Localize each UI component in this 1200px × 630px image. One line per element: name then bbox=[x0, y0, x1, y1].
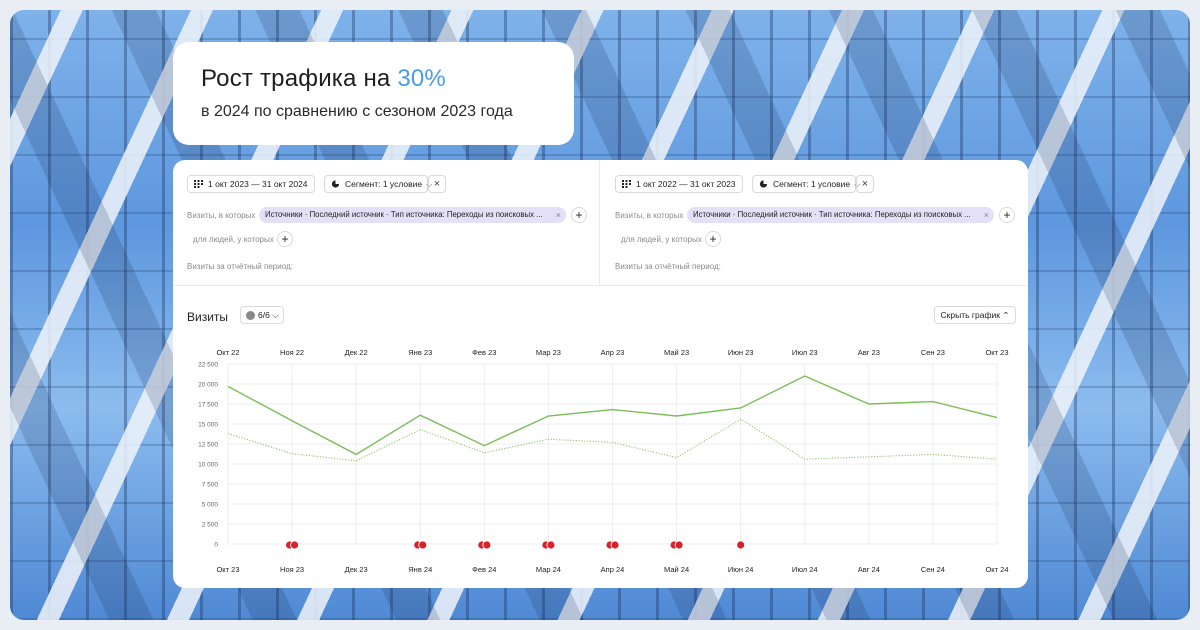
annotation-marker bbox=[290, 540, 299, 550]
people-condition-label: для людей, у которых bbox=[621, 235, 702, 244]
y-tick-label: 20 000 bbox=[198, 382, 218, 389]
y-tick-label: 5 000 bbox=[202, 502, 219, 509]
y-tick-label: 15 000 bbox=[198, 422, 218, 429]
add-people-condition-button[interactable]: + bbox=[705, 231, 721, 247]
annotation-marker bbox=[482, 540, 492, 550]
annotation-marker bbox=[546, 540, 556, 550]
series-count: 6/6 bbox=[258, 310, 270, 320]
x-tick-label-bottom: Июл 24 bbox=[792, 565, 818, 574]
x-tick-label-bottom: Июн 24 bbox=[728, 565, 754, 574]
pie-chart-icon bbox=[331, 180, 340, 188]
x-tick-label-top: Авг 23 bbox=[858, 348, 880, 357]
condition-tag-text: Источники · Последний источник · Тип ист… bbox=[693, 210, 971, 219]
x-tick-label-bottom: Дек 23 bbox=[345, 565, 368, 574]
visits-condition-label: Визиты, в которых bbox=[615, 211, 684, 220]
headline-title: Рост трафика на 30% bbox=[201, 65, 446, 92]
x-tick-label-top: Окт 23 bbox=[985, 348, 1008, 357]
x-tick-label-top: Июл 23 bbox=[792, 348, 818, 357]
visits-line-chart: 0 2 500 5 000 7 500 10 000 12 500 15 000 17 500… bbox=[198, 348, 1008, 574]
metrika-dashboard: 1 окт 2023 — 31 окт 2024 Сегмент: 1 усло… bbox=[173, 160, 1028, 588]
period-label: Визиты за отчётный период: bbox=[615, 262, 721, 271]
series-selector[interactable]: 6/6 ⌵ bbox=[240, 306, 284, 324]
plus-icon: + bbox=[1003, 208, 1011, 222]
calendar-icon bbox=[622, 180, 631, 188]
clear-segment-button[interactable]: × bbox=[856, 175, 874, 193]
people-condition-label: для людей, у которых bbox=[193, 235, 274, 244]
add-condition-button[interactable]: + bbox=[571, 207, 587, 223]
x-tick-label-top: Май 23 bbox=[664, 348, 689, 357]
x-tick-label-bottom: Янв 24 bbox=[408, 565, 432, 574]
add-people-condition-button[interactable]: + bbox=[277, 231, 293, 247]
x-tick-label-bottom: Фев 24 bbox=[472, 565, 496, 574]
x-tick-label-top: Фев 23 bbox=[472, 348, 496, 357]
stage: Рост трафика на 30% в 2024 по сравнению … bbox=[0, 0, 1200, 630]
hide-chart-label: Скрыть график bbox=[940, 310, 1000, 320]
x-tick-label-bottom: Авг 24 bbox=[858, 565, 880, 574]
x-tick-label-bottom: Мар 24 bbox=[536, 565, 561, 574]
segment-label: Сегмент: 1 условие bbox=[345, 179, 423, 189]
date-range-button[interactable]: 1 окт 2023 — 31 окт 2024 bbox=[187, 175, 315, 193]
y-tick-label: 17 500 bbox=[198, 402, 218, 409]
period-label: Визиты за отчётный период: bbox=[187, 262, 293, 271]
visits-condition-label: Визиты, в которых bbox=[187, 211, 256, 220]
condition-tag[interactable]: Источники · Последний источник · Тип ист… bbox=[687, 207, 994, 223]
comparison-panels: 1 окт 2023 — 31 окт 2024 Сегмент: 1 усло… bbox=[173, 160, 1028, 286]
x-tick-label-bottom: Ноя 23 bbox=[280, 565, 304, 574]
plus-icon: + bbox=[709, 232, 717, 246]
chart-title: Визиты bbox=[187, 310, 229, 324]
x-tick-label-top: Ноя 22 bbox=[280, 348, 304, 357]
y-tick-label: 10 000 bbox=[198, 462, 218, 469]
chevron-down-icon: ⌵ bbox=[272, 310, 279, 320]
segment-button[interactable]: Сегмент: 1 условие ⌵ bbox=[324, 175, 432, 193]
x-tick-label-bottom: Окт 23 bbox=[216, 565, 239, 574]
x-tick-label-bottom: Окт 24 bbox=[985, 565, 1008, 574]
x-tick-label-bottom: Сен 24 bbox=[921, 565, 945, 574]
annotation-marker bbox=[736, 540, 746, 550]
date-range-label: 1 окт 2022 — 31 окт 2023 bbox=[636, 179, 736, 189]
headline-subtitle: в 2024 по сравнению с сезоном 2023 года bbox=[201, 103, 513, 120]
panel-previous: 1 окт 2022 — 31 окт 2023 Сегмент: 1 усло… bbox=[601, 160, 1028, 286]
clear-segment-button[interactable]: × bbox=[428, 175, 446, 193]
chart-header: Визиты 6/6 ⌵ Скрыть график ⌃ bbox=[173, 286, 1028, 336]
chevron-up-icon: ⌃ bbox=[1002, 310, 1010, 320]
segment-label: Сегмент: 1 условие bbox=[773, 179, 851, 189]
x-tick-label-top: Сен 23 bbox=[921, 348, 945, 357]
y-tick-label: 22 500 bbox=[198, 362, 218, 369]
x-tick-label-top: Окт 22 bbox=[216, 348, 239, 357]
annotation-marker bbox=[610, 540, 620, 550]
remove-tag-icon[interactable]: × bbox=[984, 207, 989, 223]
headline-card: Рост трафика на 30% в 2024 по сравнению … bbox=[173, 42, 574, 145]
x-tick-label-bottom: Апр 24 bbox=[601, 565, 625, 574]
y-tick-label: 7 500 bbox=[202, 482, 219, 489]
annotation-marker bbox=[674, 540, 684, 550]
close-icon: × bbox=[861, 178, 869, 190]
condition-tag-text: Источники · Последний источник · Тип ист… bbox=[265, 210, 543, 219]
plus-icon: + bbox=[575, 208, 583, 222]
panel-current: 1 окт 2023 — 31 окт 2024 Сегмент: 1 усло… bbox=[173, 160, 600, 286]
headline-accent: 30% bbox=[397, 65, 446, 92]
add-condition-button[interactable]: + bbox=[999, 207, 1015, 223]
hide-chart-button[interactable]: Скрыть график ⌃ bbox=[934, 306, 1016, 324]
x-tick-label-top: Июн 23 bbox=[728, 348, 754, 357]
segment-button[interactable]: Сегмент: 1 условие ⌵ bbox=[752, 175, 860, 193]
x-tick-label-top: Апр 23 bbox=[601, 348, 625, 357]
pie-chart-icon bbox=[759, 180, 768, 188]
annotation-marker bbox=[418, 540, 428, 550]
plus-icon: + bbox=[281, 232, 289, 246]
x-tick-label-bottom: Май 24 bbox=[664, 565, 689, 574]
y-tick-label: 2 500 bbox=[202, 522, 219, 529]
remove-tag-icon[interactable]: × bbox=[556, 207, 561, 223]
y-tick-label: 0 bbox=[214, 542, 218, 549]
date-range-label: 1 окт 2023 — 31 окт 2024 bbox=[208, 179, 308, 189]
close-icon: × bbox=[433, 178, 441, 190]
y-tick-label: 12 500 bbox=[198, 442, 218, 449]
calendar-icon bbox=[194, 180, 203, 188]
condition-tag[interactable]: Источники · Последний источник · Тип ист… bbox=[259, 207, 566, 223]
x-tick-label-top: Мар 23 bbox=[536, 348, 561, 357]
date-range-button[interactable]: 1 окт 2022 — 31 окт 2023 bbox=[615, 175, 743, 193]
x-tick-label-top: Дек 22 bbox=[345, 348, 368, 357]
x-tick-label-top: Янв 23 bbox=[408, 348, 432, 357]
series-icon bbox=[246, 311, 255, 320]
